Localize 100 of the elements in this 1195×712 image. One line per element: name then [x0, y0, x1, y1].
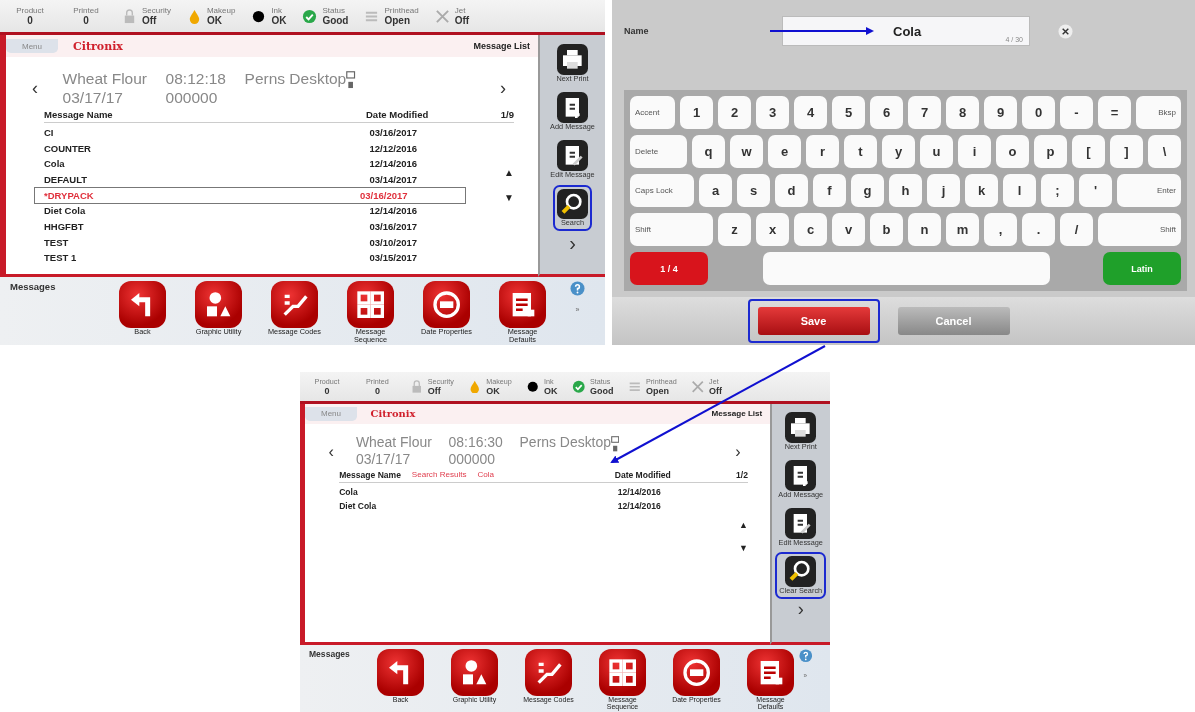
key[interactable]: 2	[718, 96, 751, 129]
dot-icon	[526, 379, 540, 394]
more-button[interactable]: ›	[569, 232, 576, 253]
key[interactable]: '	[1079, 174, 1112, 207]
previous-button[interactable]: ‹	[323, 442, 340, 462]
status-label: Status	[322, 6, 347, 15]
key[interactable]: s	[737, 174, 770, 207]
key[interactable]: q	[692, 135, 725, 168]
status-value: 0	[27, 15, 33, 26]
key[interactable]: 5	[832, 96, 865, 129]
message-row[interactable]: CI 03/16/2017	[44, 125, 474, 141]
key[interactable]: -	[1060, 96, 1093, 129]
key[interactable]: ]	[1110, 135, 1143, 168]
key[interactable]: r	[806, 135, 839, 168]
row-name: TEST 1	[44, 251, 78, 266]
key[interactable]: 3	[756, 96, 789, 129]
scroll-up-button[interactable]: ▲	[739, 520, 748, 531]
message-row[interactable]: Diet Cola 12/14/2016	[339, 499, 712, 514]
key[interactable]: e	[768, 135, 801, 168]
key[interactable]: x	[756, 213, 789, 246]
key[interactable]: Caps Lock	[630, 174, 694, 207]
key[interactable]: c	[794, 213, 827, 246]
help-icon[interactable]	[570, 281, 585, 296]
scroll-up-button[interactable]: ▲	[504, 166, 514, 178]
status-value: 0	[83, 15, 89, 26]
field-label: Name	[624, 26, 650, 36]
key[interactable]: f	[813, 174, 846, 207]
key[interactable]: 0	[1022, 96, 1055, 129]
search-term: Cola	[477, 470, 495, 481]
print-time: 08:16:30	[448, 436, 503, 453]
column-header: Date Modified	[614, 470, 672, 481]
key[interactable]: p	[1034, 135, 1067, 168]
close-icon[interactable]	[1058, 23, 1073, 39]
search-results-label: Search Results	[411, 470, 467, 481]
previous-button[interactable]: ‹	[26, 77, 44, 99]
key[interactable]: b	[870, 213, 903, 246]
key[interactable]: Shift	[630, 213, 713, 246]
key[interactable]: 9	[984, 96, 1017, 129]
scroll-down-button[interactable]: ▼	[739, 543, 748, 554]
status-value: OK	[206, 15, 223, 26]
key[interactable]: l	[1003, 174, 1036, 207]
key[interactable]: Shift	[1098, 213, 1181, 246]
key[interactable]: /	[1060, 213, 1093, 246]
key[interactable]: d	[775, 174, 808, 207]
key[interactable]: Enter	[1117, 174, 1181, 207]
key[interactable]: t	[844, 135, 877, 168]
status-value: Open	[645, 385, 670, 396]
key[interactable]: 1	[680, 96, 713, 129]
printer-status-icon	[611, 436, 620, 453]
key[interactable]: g	[851, 174, 884, 207]
key[interactable]: [	[1072, 135, 1105, 168]
message-row[interactable]: DEFAULT 03/14/2017	[44, 172, 474, 188]
status-value: Good	[590, 385, 614, 396]
status-label: Ink	[271, 6, 284, 15]
key[interactable]: i	[958, 135, 991, 168]
key[interactable]: v	[832, 213, 865, 246]
key[interactable]: 7	[908, 96, 941, 129]
message-row[interactable]: TEST 1 03/15/2017	[44, 250, 474, 267]
help-icon[interactable]	[798, 649, 812, 663]
key[interactable]: j	[927, 174, 960, 207]
key[interactable]: y	[882, 135, 915, 168]
key[interactable]: ;	[1041, 174, 1074, 207]
key[interactable]: z	[718, 213, 751, 246]
key[interactable]: n	[908, 213, 941, 246]
key[interactable]: o	[996, 135, 1029, 168]
status-value: Off	[709, 385, 723, 396]
scroll-down-button[interactable]: ▼	[504, 191, 514, 203]
key[interactable]: Delete	[630, 135, 687, 168]
message-row[interactable]: Cola 12/14/2016	[339, 485, 712, 500]
message-row[interactable]: COUNTER 12/12/2016	[44, 140, 474, 157]
key[interactable]: u	[920, 135, 953, 168]
key[interactable]: ,	[984, 213, 1017, 246]
key[interactable]: w	[730, 135, 763, 168]
message-row[interactable]: Diet Cola 12/14/2016	[44, 203, 474, 220]
message-row[interactable]: HHGFBT 03/16/2017	[44, 219, 474, 235]
printer-name: Perns Desktop	[519, 436, 611, 451]
save-button[interactable]: Save	[757, 307, 870, 335]
key[interactable]: 6	[870, 96, 903, 129]
print-time: 08:12:18	[165, 71, 226, 89]
key[interactable]: m	[946, 213, 979, 246]
message-row[interactable]: Cola 12/14/2016	[44, 156, 474, 173]
row-date: 03/10/2017	[369, 235, 419, 250]
screen-title: Message List	[711, 409, 763, 419]
key[interactable]: k	[965, 174, 998, 207]
next-button[interactable]: ›	[729, 442, 747, 462]
key[interactable]: =	[1098, 96, 1131, 129]
key[interactable]: Bksp	[1136, 96, 1181, 129]
key[interactable]: \	[1148, 135, 1181, 168]
message-row[interactable]: TEST 03/10/2017	[44, 234, 474, 251]
page-key[interactable]: 1 / 4	[630, 252, 708, 285]
next-button[interactable]: ›	[494, 77, 512, 99]
logo: Citronix	[73, 39, 123, 53]
key[interactable]: Accent	[630, 96, 675, 129]
more-button[interactable]: ›	[797, 600, 804, 619]
key[interactable]: 8	[946, 96, 979, 129]
key[interactable]: h	[889, 174, 922, 207]
key[interactable]: .	[1022, 213, 1055, 246]
message-row[interactable]: *DRYPACK 03/16/2017	[34, 187, 465, 204]
key[interactable]: a	[699, 174, 732, 207]
key[interactable]: 4	[794, 96, 827, 129]
